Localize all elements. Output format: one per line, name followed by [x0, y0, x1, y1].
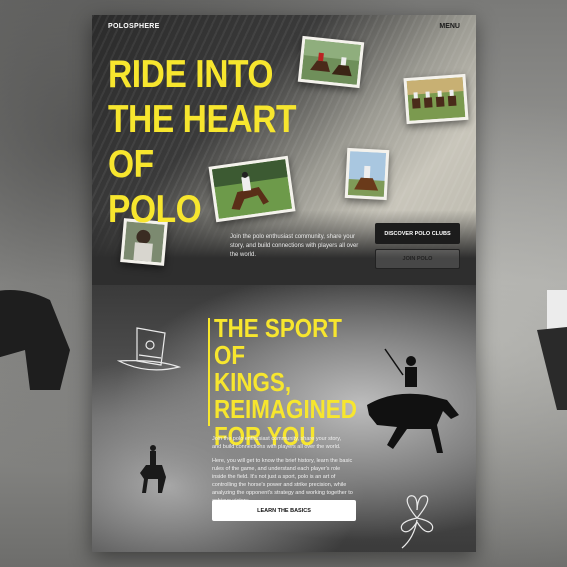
learn-the-basics-button[interactable]: LEARN THE BASICS [212, 500, 356, 521]
polo-photo-2 [403, 73, 469, 125]
landing-page-card: POLOSPHERE MENU RIDE INTO THE HEART OF P… [92, 15, 476, 552]
background-polo-rider-left [0, 290, 70, 390]
polo-rider-silhouette [367, 348, 459, 453]
top-hat-doodle-icon [117, 327, 182, 371]
distant-polo-rider [140, 445, 166, 493]
join-polo-button[interactable]: JOIN POLO [375, 249, 460, 269]
discover-polo-clubs-button[interactable]: DISCOVER POLO CLUBS [375, 223, 460, 244]
clover-doodle-icon [400, 495, 434, 549]
hero-description: Join the polo enthusiast community, shar… [230, 234, 359, 258]
background-polo-rider-right [537, 290, 567, 410]
accent-line [208, 318, 210, 426]
polo-photo-4 [344, 147, 390, 201]
sport-section-title: THE SPORT OF KINGS, REIMAGINED FOR YOU [214, 313, 357, 451]
sport-paragraph-1: Join the polo enthusiast community, shar… [212, 436, 342, 450]
brand-logo[interactable]: POLOSPHERE [108, 23, 160, 30]
menu-button[interactable]: MENU [439, 23, 460, 30]
hero-title: RIDE INTO THE HEART OF POLO [108, 53, 297, 231]
sport-paragraph-2: Here, you will get to know the brief his… [212, 458, 353, 504]
